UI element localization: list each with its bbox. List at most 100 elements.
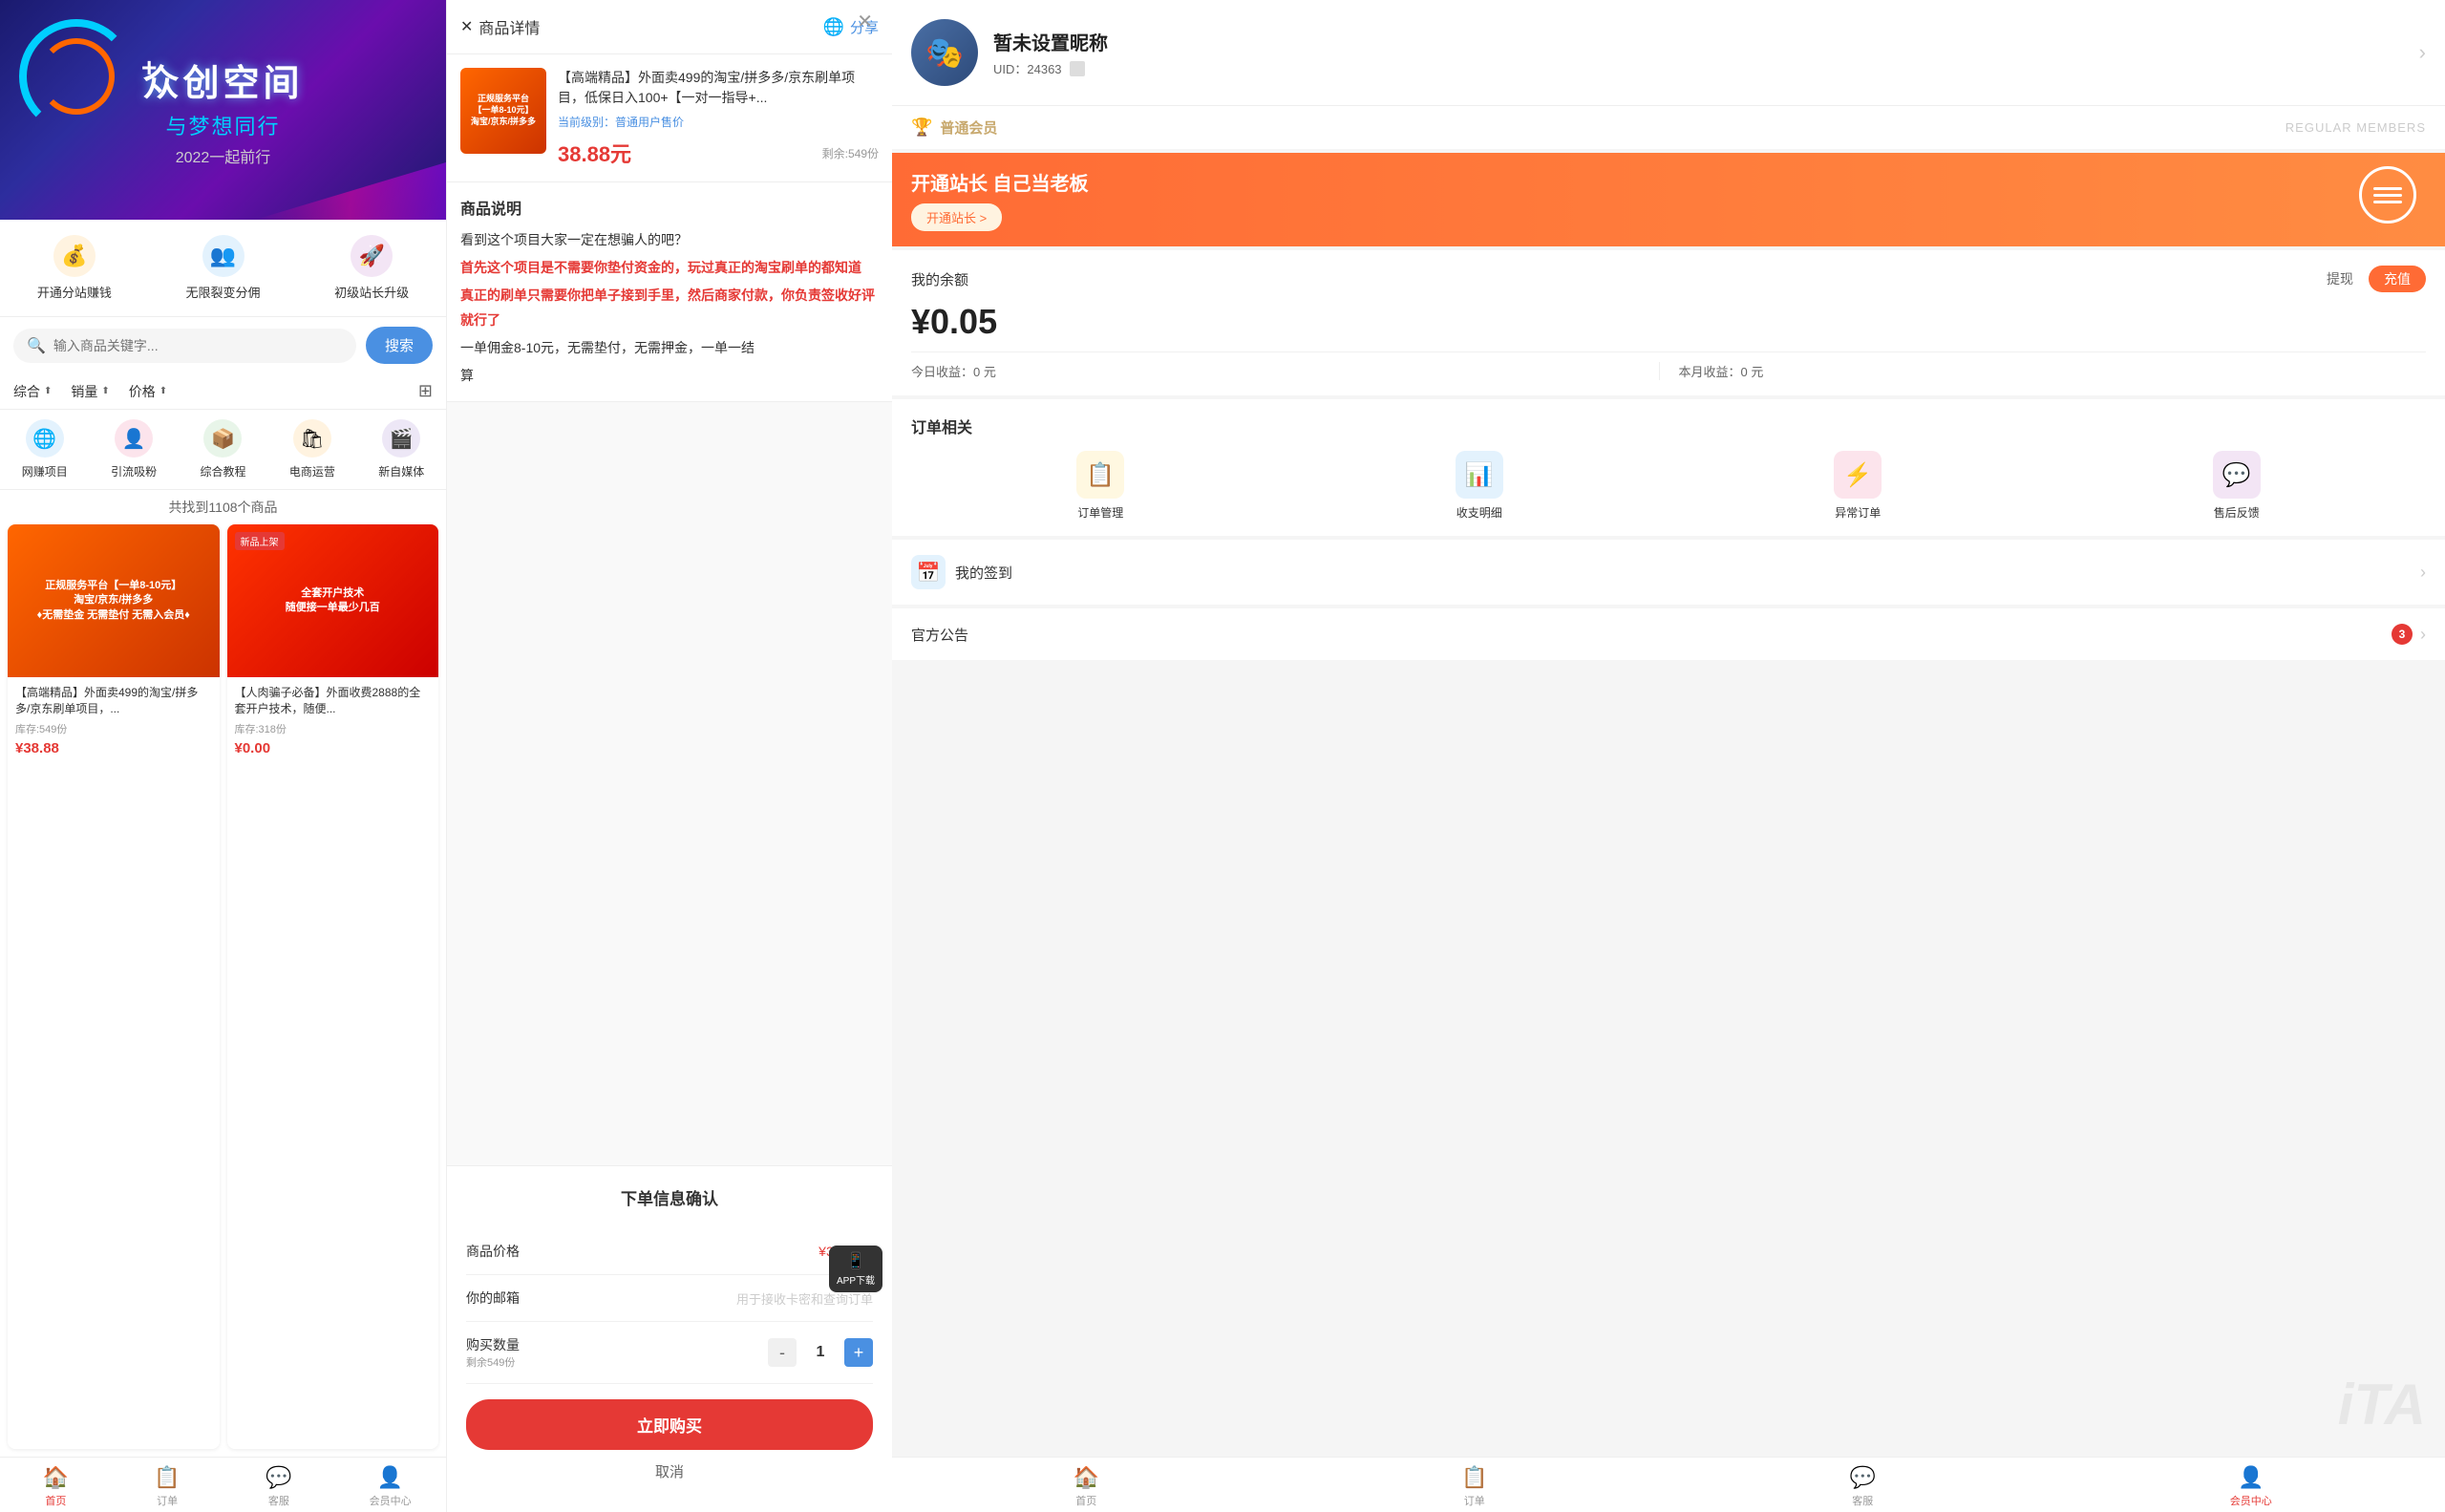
copy-icon[interactable] [1070,61,1085,76]
cat-liuliang[interactable]: 👤 引流吸粉 [111,419,157,479]
recharge-button[interactable]: 充值 [2369,266,2426,292]
product-card-1[interactable]: 正规服务平台【一单8-10元】淘宝/京东/拼多多♦无需垫金 无需垫付 无需入会员… [8,524,220,1449]
banner: + 众创空间 与梦想同行 2022一起前行 [0,0,446,220]
new-badge: 新品上架 [235,532,285,550]
qty-minus-button[interactable]: - [768,1338,797,1367]
filter-comprehensive-arrow: ⬆ [44,386,52,396]
dianshangyunying-icon: 🛍 [293,419,331,458]
notice-section[interactable]: 官方公告 3 › [892,608,2445,660]
promo-btn-wrap: 开通站长 > [911,203,1089,231]
nav-service[interactable]: 💬 客服 [223,1465,335,1508]
cat-xinzimeiti[interactable]: 🎬 新自媒体 [378,419,424,479]
cancel-button[interactable]: 取消 [466,1450,873,1493]
checkin-arrow-icon: › [2420,563,2426,583]
checkin-left: 📅 我的签到 [911,555,1012,589]
order-price-row: 商品价格 ¥38.88元 [466,1228,873,1275]
xinzimeiti-label: 新自媒体 [378,463,424,479]
share-planet-icon: 🌐 [823,17,844,37]
nav-member-label: 会员中心 [370,1493,412,1508]
filter-price[interactable]: 价格 ⬆ [129,382,167,401]
left-panel: + 众创空间 与梦想同行 2022一起前行 💰 开通分站赚钱 👥 无限裂变分佣 … [0,0,446,1512]
share-label: 无限裂变分佣 [186,283,261,301]
cat-wangzhuan[interactable]: 🌐 网赚项目 [22,419,68,479]
upgrade-icon: 🚀 [351,235,393,277]
banner-title: 众创空间 [142,53,303,106]
order-email-label: 你的邮箱 [466,1288,520,1308]
month-income: 本月收益：0 元 [1660,362,2427,380]
member-nav-icon: 👤 [377,1465,403,1490]
product-stock-1: 库存:549份 [15,721,212,736]
promo-line-2 [2373,194,2402,197]
right-nav-orders-label: 订单 [1464,1493,1485,1508]
balance-actions: 提现 充值 [2327,266,2426,292]
filter-sales[interactable]: 销量 ⬆ [71,382,109,401]
modal-close-icon[interactable]: ✕ [857,10,873,33]
feedback-icon: 💬 [2213,451,2261,499]
detail-price-row: 38.88元 剩余:549份 [558,138,879,168]
detail-info: 【高端精品】外面卖499的淘宝/拼多多/京东刷单项目，低保日入100+【一对一指… [558,68,879,168]
search-button[interactable]: 搜索 [366,327,433,364]
profile-name: 暂未设置昵称 [993,28,2404,55]
nav-orders[interactable]: 📋 订单 [112,1465,223,1508]
buy-button[interactable]: 立即购买 [466,1399,873,1450]
order-qty-row: 购买数量 剩余549份 - 1 + [466,1322,873,1384]
product-card-2[interactable]: 新品上架 全套开户技术随便接一单最少几百 【人肉骗子必备】外面收费2888的全套… [227,524,439,1449]
cat-dianshangyunying[interactable]: 🛍 电商运营 [289,419,335,479]
notice-arrow-icon: › [2420,625,2426,645]
wangzhuan-label: 网赚项目 [22,463,68,479]
finance-icon: 📊 [1456,451,1503,499]
notice-badge: 3 [2392,624,2413,645]
banner-subtitle: 与梦想同行 [142,110,303,140]
right-nav-home[interactable]: 🏠 首页 [892,1465,1281,1508]
desc-line-2: 首先这个项目是不需要你垫付资金的，玩过真正的淘宝刷单的都知道 [460,256,879,280]
product-img-text-2: 全套开户技术随便接一单最少几百 [286,586,380,616]
service-icon: 💬 [266,1465,291,1490]
left-bottom-nav: 🏠 首页 📋 订单 💬 客服 👤 会员中心 [0,1457,446,1512]
qty-plus-button[interactable]: + [844,1338,873,1367]
quick-action-earn[interactable]: 💰 开通分站赚钱 [0,235,149,301]
order-abnormal[interactable]: ⚡ 异常订单 [1669,451,2048,521]
right-nav-member[interactable]: 👤 会员中心 [2057,1465,2445,1508]
search-input[interactable] [53,338,343,353]
filter-grid-icon[interactable]: ⊞ [418,381,433,401]
filter-bar: 综合 ⬆ 销量 ⬆ 价格 ⬆ ⊞ [0,373,446,410]
promo-line-3 [2373,201,2402,203]
cat-jiaocheng[interactable]: 📦 综合教程 [200,419,245,479]
order-modal-title: 下单信息确认 [466,1185,873,1209]
category-bar: 🌐 网赚项目 👤 引流吸粉 📦 综合教程 🛍 电商运营 🎬 新自媒体 [0,410,446,490]
balance-header: 我的余额 提现 充值 [911,266,2426,292]
filter-comprehensive[interactable]: 综合 ⬆ [13,382,52,401]
filter-price-arrow: ⬆ [159,386,167,396]
detail-header: ✕ 商品详情 🌐 分享 [447,0,892,54]
nav-member[interactable]: 👤 会员中心 [334,1465,446,1508]
quick-action-upgrade[interactable]: 🚀 初级站长升级 [297,235,446,301]
orders-section-title: 订单相关 [911,415,2426,437]
app-download-badge[interactable]: 📱 APP下载 [829,1246,882,1292]
jiaocheng-icon: 📦 [203,419,242,458]
search-input-wrap[interactable]: 🔍 [13,329,356,363]
order-manage-icon: 📋 [1076,451,1124,499]
quick-action-share[interactable]: 👥 无限裂变分佣 [149,235,298,301]
desc-line-3: 真正的刷单只需要你把单子接到手里，然后商家付款，你负责签收好评就行了 [460,284,879,331]
nav-home[interactable]: 🏠 首页 [0,1465,112,1508]
order-manage[interactable]: 📋 订单管理 [911,451,1290,521]
promo-button[interactable]: 开通站长 > [911,203,1002,231]
liuliang-icon: 👤 [115,419,153,458]
withdraw-button[interactable]: 提现 [2327,266,2353,292]
right-nav-service[interactable]: 💬 客服 [1669,1465,2057,1508]
checkin-section[interactable]: 📅 我的签到 › [892,540,2445,605]
detail-title: 商品详情 [478,15,540,38]
product-info-1: 【高端精品】外面卖499的淘宝/拼多多/京东刷单项目，... 库存:549份 ¥… [8,677,220,764]
right-nav-orders[interactable]: 📋 订单 [1281,1465,1669,1508]
banner-plus-icon: + [141,53,157,83]
right-nav-home-label: 首页 [1075,1493,1096,1508]
today-income: 今日收益：0 元 [911,362,1660,380]
order-finance[interactable]: 📊 收支明细 [1290,451,1669,521]
earn-icon: 💰 [53,235,96,277]
profile-arrow-icon[interactable]: › [2419,40,2426,65]
detail-category: 当前级别：普通用户售价 [558,114,879,130]
close-button[interactable]: ✕ 商品详情 [460,15,540,38]
order-feedback[interactable]: 💬 售后反馈 [2048,451,2427,521]
detail-price: 38.88元 [558,138,631,168]
desc-content: 看到这个项目大家一定在想骗人的吧？ 首先这个项目是不需要你垫付资金的，玩过真正的… [460,228,879,388]
